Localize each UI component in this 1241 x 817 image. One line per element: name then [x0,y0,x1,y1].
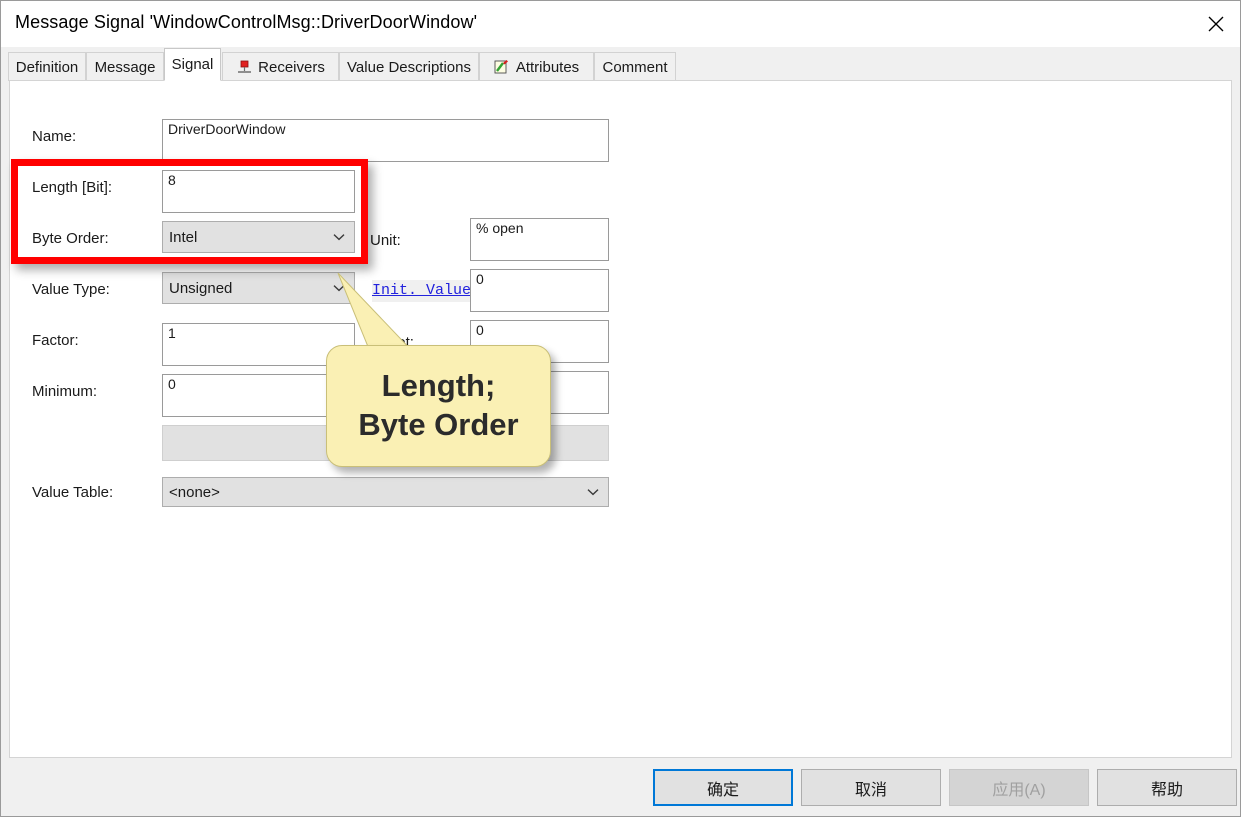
init-value-input[interactable]: 0 [470,269,609,312]
unit-label: Unit: [370,232,401,249]
network-node-icon [236,59,252,75]
init-value-link[interactable]: Init. Value [372,280,472,302]
tab-strip: Definition Message Signal Receivers Valu… [1,47,1240,81]
tab-label: Value Descriptions [347,58,471,76]
factor-label: Factor: [32,332,79,349]
notepad-pencil-icon [494,59,510,75]
length-input[interactable]: 8 [162,170,355,213]
tab-attributes[interactable]: Attributes [479,52,594,81]
tab-label: Comment [602,58,668,76]
ok-button[interactable]: 确定 [653,769,793,806]
chevron-down-icon [333,285,345,292]
cancel-label: 取消 [854,781,887,799]
chevron-down-icon [333,234,345,241]
ok-label: 确定 [706,781,739,799]
apply-label: 应用(A) [992,781,1046,799]
value-type-label: Value Type: [32,281,110,298]
byte-order-label: Byte Order: [32,230,109,247]
tab-message[interactable]: Message [86,52,164,81]
byte-order-select[interactable]: Intel [162,221,355,253]
callout-line-1: Length; [381,368,496,404]
byte-order-value: Intel [169,228,198,246]
chevron-down-icon [587,489,599,496]
value-table-select[interactable]: <none> [162,477,609,507]
dialog-button-bar: 确定 取消 应用(A) 帮助 [1,758,1240,816]
tab-signal[interactable]: Signal [164,48,221,81]
unit-input[interactable]: % open [470,218,609,261]
help-label: 帮助 [1150,781,1183,799]
length-label: Length [Bit]: [32,179,113,196]
value-table-label: Value Table: [32,484,114,501]
tab-definition[interactable]: Definition [8,52,86,81]
tab-label: Receivers [258,58,325,76]
page-title: Message Signal 'WindowControlMsg::Driver… [15,12,478,32]
value-type-select[interactable]: Unsigned [162,272,355,304]
tab-label: Attributes [515,58,580,76]
tab-value-descriptions[interactable]: Value Descriptions [339,52,479,81]
message-signal-dialog: Message Signal 'WindowControlMsg::Driver… [0,0,1241,817]
tab-label: Message [94,58,156,76]
tab-comment[interactable]: Comment [594,52,676,81]
close-button[interactable] [1192,1,1240,47]
callout-line-2: Byte Order [358,407,519,442]
tab-label: Signal [171,56,214,73]
title-bar: Message Signal 'WindowControlMsg::Driver… [1,1,1240,47]
cancel-button[interactable]: 取消 [801,769,941,806]
tab-receivers[interactable]: Receivers [222,52,339,81]
annotation-callout: Length; Byte Order [326,345,551,467]
name-input[interactable]: DriverDoorWindow [162,119,609,162]
tab-label: Definition [15,58,79,76]
help-button[interactable]: 帮助 [1097,769,1237,806]
apply-button: 应用(A) [949,769,1089,806]
minimum-label: Minimum: [32,383,98,400]
name-label: Name: [32,128,77,145]
signal-form-panel: Name: DriverDoorWindow Length [Bit]: 8 B… [9,80,1232,758]
close-icon [1208,16,1224,32]
value-type-value: Unsigned [169,279,233,297]
value-table-value: <none> [169,483,220,501]
